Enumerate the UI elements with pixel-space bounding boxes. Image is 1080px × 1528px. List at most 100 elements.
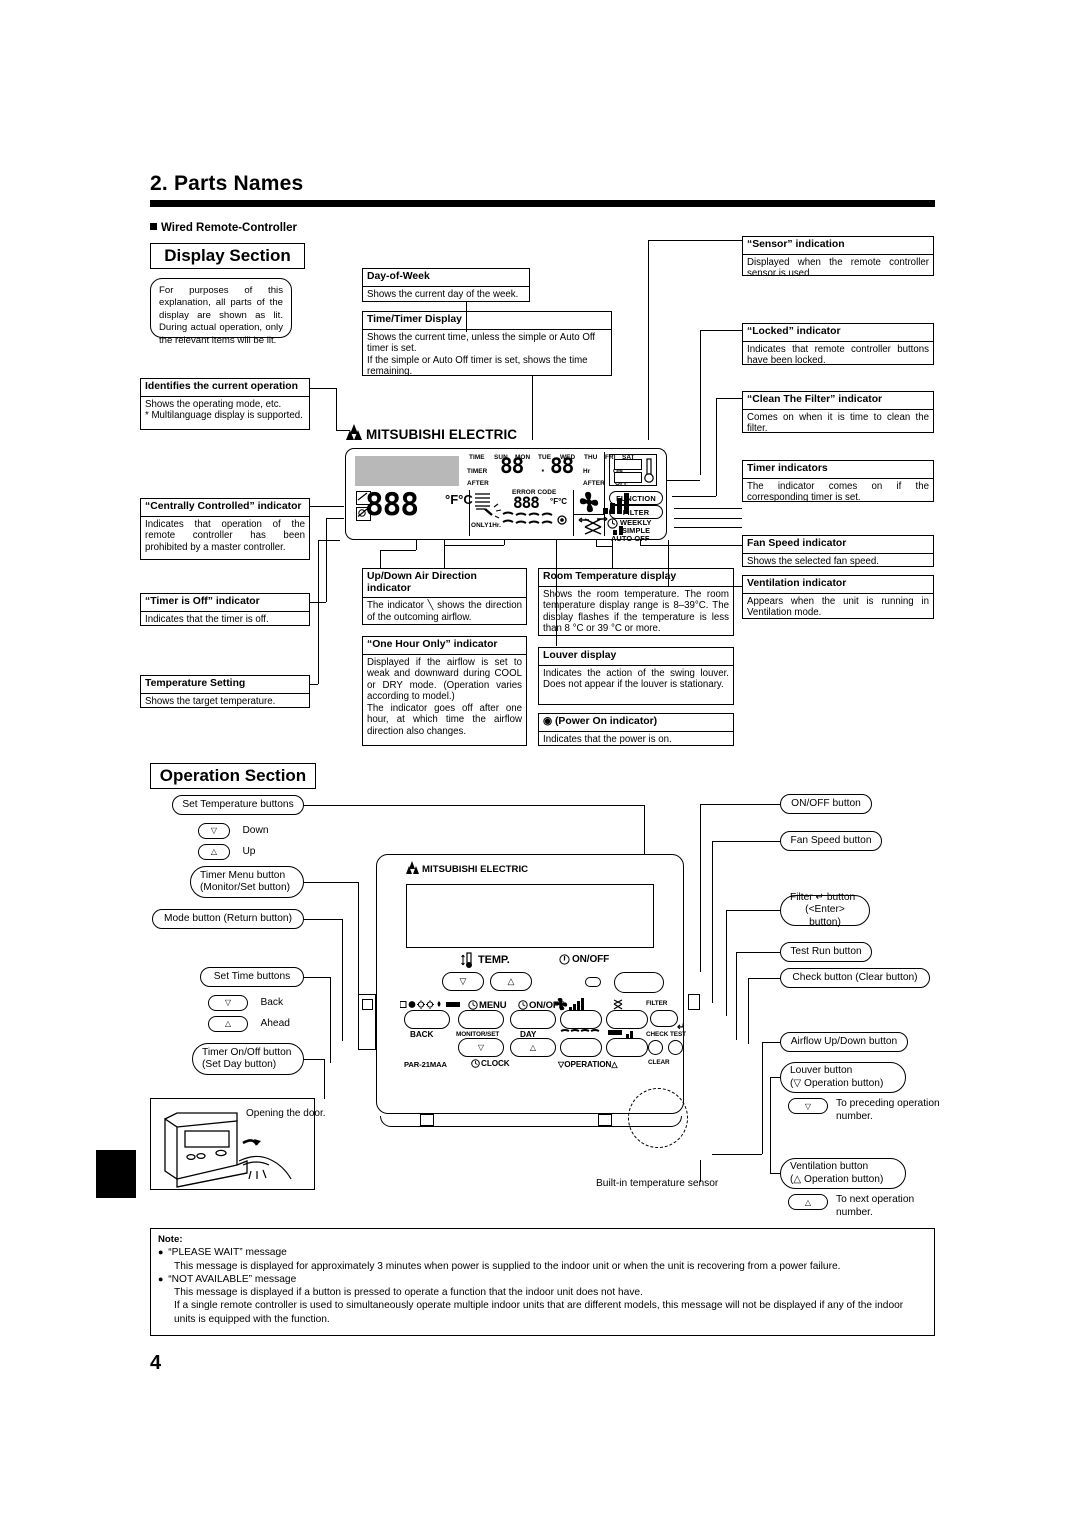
callout-body: Shows the current time, unless the simpl… <box>367 331 596 378</box>
remote-temp-up-key[interactable]: △ <box>490 972 532 991</box>
leader-line <box>532 376 533 440</box>
remote-clock-up-key[interactable]: △ <box>510 1038 556 1057</box>
callout-head: Identifies the current operation <box>141 379 309 397</box>
callout-body: Shows the selected fan speed. <box>747 555 879 567</box>
down-arrow-icon: ▽ <box>198 822 230 839</box>
up-down-air-direction-icon <box>473 491 503 519</box>
callout-timer-indicators: Timer indicators The indicator comes on … <box>742 460 934 503</box>
leader-line <box>304 882 358 883</box>
function-badge: FUNCTION <box>609 491 663 505</box>
time-digits-hours: 88 <box>500 454 524 478</box>
callout-body: Displayed when the remote controller sen… <box>747 256 929 280</box>
remote-operation-label: ▽OPERATION△ <box>558 1060 618 1069</box>
key-label: Back <box>260 997 284 1008</box>
remote-lcd-screen <box>406 884 654 948</box>
leader-line <box>310 388 336 389</box>
down-arrow-icon: ▽ <box>208 994 248 1011</box>
callout-body: Comes on when it is time to clean the fi… <box>747 411 929 435</box>
lcd-label-hr: Hr <box>583 468 591 475</box>
callout-louver-display: Louver display Indicates the action of t… <box>538 647 734 705</box>
louver-swing-icon <box>501 510 571 528</box>
title-rule <box>150 200 935 207</box>
remote-mode-key[interactable] <box>404 1010 450 1029</box>
label-louver-button: Louver button (▽ Operation button) <box>780 1062 906 1093</box>
lcd-brand-logo: MITSUBISHI ELECTRIC <box>346 424 517 442</box>
remote-temp-down-key[interactable]: ▽ <box>442 972 484 991</box>
leader-line <box>380 550 381 568</box>
leader-line <box>700 330 701 475</box>
leader-line <box>712 841 780 842</box>
sensor-indication-icon <box>609 454 657 486</box>
display-section-title: Display Section <box>150 243 305 269</box>
leader-line <box>716 398 742 399</box>
label-ventilation-button: Ventilation button (△ Operation button) <box>780 1158 906 1189</box>
thermometer-icon <box>461 952 472 968</box>
remote-ventilation-key[interactable] <box>606 1010 648 1029</box>
leader-line <box>324 1059 325 1099</box>
display-explanation-note: For purposes of this explanation, all pa… <box>150 278 292 346</box>
louver-icon <box>608 1030 633 1038</box>
remote-clock-down-key[interactable]: ▽ <box>458 1038 504 1057</box>
remote-clear-label: CLEAR <box>648 1059 670 1066</box>
leader-line <box>304 919 342 920</box>
leader-line <box>748 978 780 979</box>
leader-line <box>304 805 644 806</box>
lcd-day-thu: THU <box>584 454 598 461</box>
lcd-divider <box>573 490 574 536</box>
callout-body: Indicates that the power is on. <box>543 733 672 745</box>
note-line: This message is displayed for approximat… <box>174 1260 841 1272</box>
callout-ventilation-indicator: Ventilation indicator Appears when the u… <box>742 575 934 619</box>
leader-line <box>674 508 742 509</box>
key-time-back: ▽ Back <box>208 992 283 1011</box>
remote-menu-key[interactable] <box>458 1010 504 1029</box>
remote-operation-up-key[interactable] <box>606 1038 648 1057</box>
remote-check-key[interactable] <box>648 1040 663 1055</box>
leader-line <box>326 518 344 519</box>
callout-head: “Clean The Filter” indicator <box>743 392 933 410</box>
note-title: Note: <box>158 1234 183 1245</box>
remote-filter-key[interactable] <box>650 1010 678 1027</box>
bullet-square-icon <box>150 223 157 230</box>
key-temp-up: △ Up <box>198 841 255 860</box>
leader-line <box>444 545 504 546</box>
callout-body: Shows the target temperature. <box>145 695 276 707</box>
callout-head: “Sensor” indication <box>743 237 933 255</box>
key-label: Down <box>242 825 269 836</box>
note-box: Note: ● “PLEASE WAIT” message This messa… <box>150 1228 935 1336</box>
callout-body: The indicator comes on if the correspond… <box>747 480 929 504</box>
remote-check-label: CHECK <box>646 1031 669 1038</box>
page-number: 4 <box>150 1352 162 1374</box>
leader-line <box>770 1077 771 1173</box>
remote-controller-illustration: MITSUBISHI ELECTRIC TEMP. ▽ △ ON/OFF MEN… <box>358 848 700 1158</box>
up-arrow-icon: △ <box>788 1194 828 1210</box>
callout-head: Fan Speed indicator <box>743 536 933 554</box>
mode-icons <box>400 1000 460 1009</box>
lcd-divider <box>604 452 605 536</box>
callout-body: Indicates the action of the swing louver… <box>543 667 729 691</box>
callout-head: “One Hour Only” indicator <box>363 637 526 655</box>
only-one-hour-label: ONLY1Hr. <box>471 522 502 529</box>
leader-line <box>748 978 749 1044</box>
callout-head: “Centrally Controlled” indicator <box>141 499 309 517</box>
remote-temp-label: TEMP. <box>478 954 510 966</box>
leader-line <box>726 910 727 1016</box>
leader-line <box>640 545 742 546</box>
leader-line <box>304 1059 324 1060</box>
label-test-run-button: Test Run button <box>780 942 872 962</box>
bullet-icon: ● <box>158 1247 164 1258</box>
lcd-label-timer: TIMER <box>467 468 488 475</box>
room-temperature-unit: °F°C <box>550 497 568 506</box>
callout-body: Shows the current day of the week. <box>367 288 519 300</box>
leader-line <box>466 302 467 332</box>
remote-operation-down-key[interactable] <box>560 1038 602 1057</box>
remote-test-label: TEST <box>670 1031 686 1038</box>
remote-on-off-key[interactable] <box>614 972 664 993</box>
remote-test-key[interactable] <box>668 1040 683 1055</box>
callout-body: Indicates that operation of the remote c… <box>145 518 305 553</box>
label-on-off-button: ON/OFF button <box>780 794 872 814</box>
callout-identifies-current-operation: Identifies the current operation Shows t… <box>140 378 310 430</box>
remote-on-off-label: ON/OFF <box>572 954 610 965</box>
remote-fan-speed-key[interactable] <box>560 1010 602 1029</box>
clock-icon <box>471 1059 480 1068</box>
remote-timer-onoff-key[interactable] <box>510 1010 556 1029</box>
